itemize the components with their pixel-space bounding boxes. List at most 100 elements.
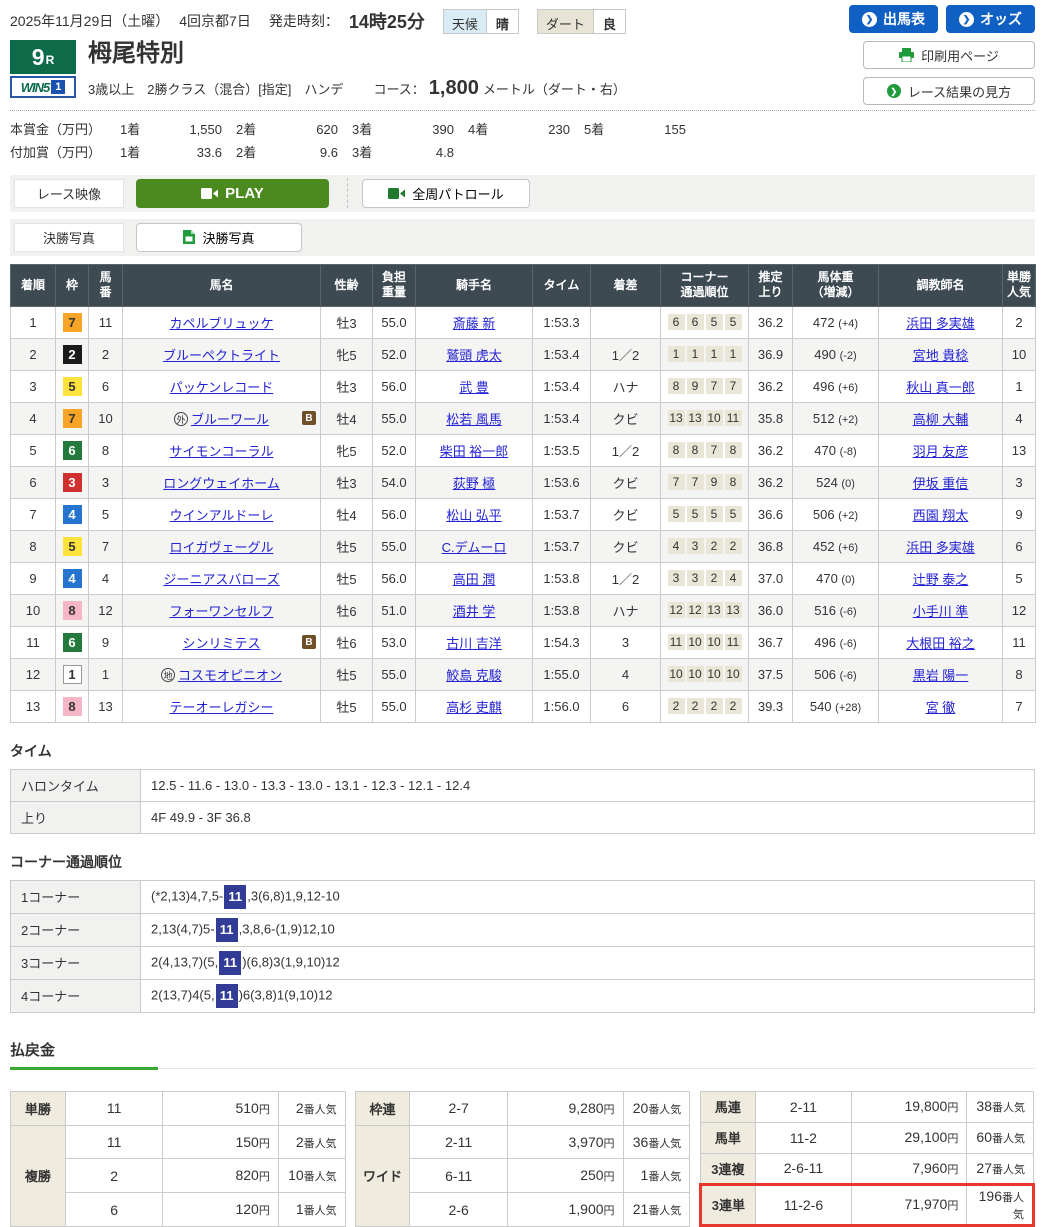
horse-link[interactable]: カペルブリュッケ (169, 316, 273, 331)
jockey-link[interactable]: 酒井 学 (453, 604, 496, 619)
print-page-button[interactable]: 印刷用ページ (863, 41, 1035, 69)
patrol-video-button[interactable]: 全周パトロール (362, 178, 530, 208)
result-guide-button[interactable]: ❯ レース結果の見方 (863, 77, 1035, 105)
corner-order-row: 4コーナー 2(13,7)4(5, 11)6(3,8)1(9,10)12 (10, 978, 1035, 1013)
finish-time: 1:56.0 (532, 689, 591, 723)
horse-link[interactable]: ウインアルドーレ (170, 508, 274, 523)
prize-value: 155 (664, 121, 686, 137)
trainer-link[interactable]: 宮地 貴稔 (913, 348, 969, 363)
trainer-link[interactable]: 伊坂 重信 (913, 476, 969, 491)
play-button[interactable]: PLAY (136, 178, 329, 208)
horse-link[interactable]: テーオーレガシー (169, 700, 273, 715)
corner-position: 2 (667, 698, 685, 715)
finish-time: 1:53.4 (532, 337, 591, 371)
horse-link[interactable]: ロイガヴェーグル (169, 540, 273, 555)
trainer-link[interactable]: 浜田 多実雄 (906, 540, 975, 555)
trainer-link[interactable]: 羽月 友彦 (913, 444, 969, 459)
body-weight-diff: (-8) (839, 445, 857, 458)
odds-button[interactable]: ❯ オッズ (946, 5, 1035, 33)
jockey-link[interactable]: 武 豊 (459, 380, 489, 395)
horse-link[interactable]: サイモンコーラル (169, 444, 273, 459)
trainer-link[interactable]: 大根田 裕之 (906, 636, 975, 651)
jockey-link[interactable]: 高杉 吏麒 (446, 700, 502, 715)
payout-amount: 3,970円 (506, 1124, 624, 1160)
trainer-link[interactable]: 高柳 大輔 (913, 412, 969, 427)
finish-photo-button[interactable]: 決勝写真 (136, 222, 302, 252)
corner-position: 1 (667, 346, 685, 363)
jockey-cell: 松山 弘平 (415, 497, 533, 531)
result-row: 3 5 6 パッケンレコード 牡3 56.0 武 豊 1:53.4 ハナ 8 9 7 7 36.2 496 … (10, 369, 1036, 403)
frame-number-badge: 6 (62, 632, 82, 652)
corner-positions-cell: 3324 (660, 561, 749, 595)
bet-type-label: 単勝 (10, 1090, 66, 1126)
trainer-link[interactable]: 辻野 泰之 (913, 572, 969, 587)
horse-number: 8 (88, 433, 123, 467)
sex-age: 牡4 (320, 401, 373, 435)
trainer-link[interactable]: 秋山 真一郎 (906, 380, 975, 395)
horse-link[interactable]: ブルーワール (191, 412, 269, 427)
result-row: 4 7 10 外ブルーワール B 牡4 55.0 松若 風馬 1:53.4 クビ 13 13 10 11 3… (10, 401, 1036, 435)
jockey-link[interactable]: 斎藤 新 (453, 316, 496, 331)
prize-value: 390 (432, 121, 454, 137)
finish-position: 7 (10, 497, 56, 531)
margin: 6 (590, 689, 661, 723)
jockey-link[interactable]: 古川 吉洋 (446, 636, 502, 651)
jockey-link[interactable]: 鮫島 克駿 (446, 668, 502, 683)
trainer-link[interactable]: 浜田 多実雄 (906, 316, 975, 331)
track-label: ダート (537, 9, 593, 33)
jockey-link[interactable]: C.デムーロ (442, 540, 507, 555)
win-favorite-rank: 8 (1002, 657, 1036, 691)
jockey-link[interactable]: 鷲頭 虎太 (446, 348, 502, 363)
horse-number: 4 (88, 561, 123, 595)
trainer-cell: 浜田 多実雄 (878, 529, 1003, 563)
prize-rank: 3着 (352, 121, 373, 137)
corner-section-title: コーナー通過順位 (10, 853, 122, 870)
time-row-label: 上り (10, 800, 141, 834)
horse-link[interactable]: ロングウェイホーム (163, 476, 280, 491)
jockey-link[interactable]: 松若 風馬 (446, 412, 502, 427)
payout-combination: 2-11 (409, 1124, 508, 1160)
result-row: 12 1 1 地コスモオピニオン 牡5 55.0 鮫島 克駿 1:55.0 4 10 10 10 10 3… (10, 657, 1036, 691)
result-row: 11 6 9 シンリミテス B 牡6 53.0 古川 吉洋 1:54.3 3 11 10 10 11 36.… (10, 625, 1036, 659)
favorite-unit: 番人気 (303, 1205, 337, 1218)
horse-link[interactable]: ジーニアスバローズ (163, 572, 279, 587)
last-3f: 35.8 (748, 401, 793, 435)
trainer-link[interactable]: 西園 翔太 (913, 508, 969, 523)
trainer-link[interactable]: 黒岩 陽一 (913, 668, 969, 683)
sex-age: 牡3 (320, 369, 373, 403)
yen-unit: 円 (603, 1103, 615, 1116)
trainer-link[interactable]: 宮 徹 (926, 700, 956, 715)
frame-cell: 8 (55, 593, 89, 627)
jockey-link[interactable]: 松山 弘平 (446, 508, 502, 523)
trainer-link[interactable]: 小手川 準 (913, 604, 969, 619)
horse-link[interactable]: フォーワンセルフ (169, 604, 273, 619)
shutsuba-button[interactable]: ❯ 出馬表 (849, 5, 938, 33)
body-weight-cell: 472 (+4) (792, 305, 879, 339)
last-3f: 36.2 (748, 369, 793, 403)
carried-weight: 53.0 (372, 625, 416, 659)
horse-link[interactable]: ブルーペクトライト (163, 348, 280, 363)
course-unit: メートル（ダート・右） (482, 81, 626, 97)
margin: 1／2 (590, 561, 661, 595)
jockey-link[interactable]: 荻野 極 (453, 476, 496, 491)
payout-section-title: 払戻金 (10, 1039, 1035, 1070)
payout-combination: 11-2 (754, 1121, 853, 1154)
horse-link[interactable]: シンリミテス (182, 636, 260, 651)
corner-position: 3 (667, 570, 685, 587)
yen-unit: 円 (258, 1137, 270, 1150)
results-column-header: 着差 (590, 263, 661, 307)
horse-link[interactable]: コスモオピニオン (178, 668, 282, 683)
jockey-link[interactable]: 柴田 裕一郎 (440, 444, 509, 459)
blinker-badge: B (302, 411, 316, 426)
finish-time: 1:53.8 (532, 561, 591, 595)
horse-name-cell: シンリミテス B (122, 625, 321, 659)
corner-positions: 8878 (664, 442, 745, 459)
jockey-link[interactable]: 高田 潤 (453, 572, 496, 587)
track-condition-badge: ダート 良 (536, 8, 626, 34)
payout-combination: 6-11 (409, 1158, 508, 1194)
corner-position: 8 (724, 442, 742, 459)
body-weight-diff: (+28) (835, 701, 862, 714)
favorite-unit: 番人気 (648, 1205, 682, 1218)
horse-link[interactable]: パッケンレコード (170, 380, 274, 395)
corner-position: 9 (686, 378, 704, 395)
